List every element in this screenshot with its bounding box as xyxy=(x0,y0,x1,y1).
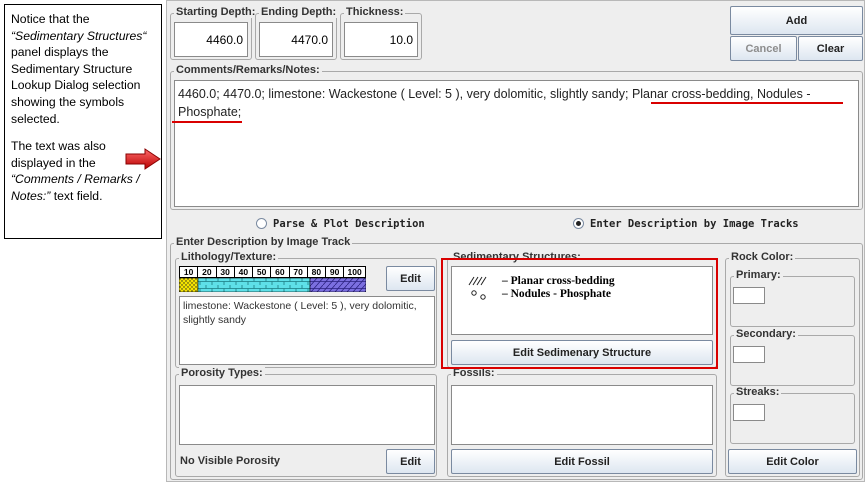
radio-off-icon xyxy=(256,218,267,229)
comments-highlight-text: Phosphate; xyxy=(178,105,242,119)
lithology-description[interactable]: limestone: Wackestone ( Level: 5 ), very… xyxy=(179,296,435,365)
scale-tick: 80 xyxy=(308,267,326,277)
edit-fossil-button[interactable]: Edit Fossil xyxy=(451,449,713,474)
cancel-button[interactable]: Cancel xyxy=(730,36,797,61)
ending-depth-field[interactable]: 4470.0 xyxy=(259,22,333,57)
comments-label: Comments/Remarks/Notes: xyxy=(174,64,322,76)
comments-textarea[interactable]: 4460.0; 4470.0; limestone: Wackestone ( … xyxy=(174,80,859,207)
porosity-types-list[interactable] xyxy=(179,385,435,445)
thickness-label: Thickness: xyxy=(344,6,406,18)
lithology-edit-button[interactable]: Edit xyxy=(386,266,435,291)
image-tracks-radio[interactable]: Enter Description by Image Tracks xyxy=(573,218,799,230)
lithology-pattern-strip xyxy=(179,278,366,292)
parse-plot-radio[interactable]: Parse & Plot Description xyxy=(256,218,425,230)
add-button[interactable]: Add xyxy=(730,6,863,35)
comments-highlight-text: Planar cross-bedding, Nodules - xyxy=(631,87,811,101)
lithology-label: Lithology/Texture: xyxy=(179,251,279,263)
primary-color-label: Primary: xyxy=(734,269,783,281)
highlight-annotation-box xyxy=(441,258,718,369)
rock-color-group: Rock Color: Primary: Secondary: Streaks:… xyxy=(725,251,860,477)
scale-tick: 60 xyxy=(271,267,290,277)
comments-text: 4460.0; 4470.0; limestone: Wackestone ( … xyxy=(178,87,632,101)
edit-color-button[interactable]: Edit Color xyxy=(728,449,857,474)
secondary-color-swatch[interactable] xyxy=(733,346,765,363)
fossils-group: Fossils: Edit Fossil xyxy=(447,367,717,477)
image-track-label: Enter Description by Image Track xyxy=(174,236,353,248)
porosity-types-label: Porosity Types: xyxy=(179,367,265,379)
scale-tick: 50 xyxy=(253,267,272,277)
secondary-color-label: Secondary: xyxy=(734,328,798,340)
porosity-types-group: Porosity Types: No Visible Porosity Edit xyxy=(175,367,437,477)
streaks-color-group: Streaks: xyxy=(730,386,855,444)
underline-annotation xyxy=(172,121,242,123)
radio-on-icon xyxy=(573,218,584,229)
clear-button[interactable]: Clear xyxy=(798,36,863,61)
lithology-entry-panel: Starting Depth: 4460.0 Ending Depth: 447… xyxy=(166,0,865,482)
streaks-color-label: Streaks: xyxy=(734,386,782,398)
scale-tick: 10 xyxy=(180,267,199,277)
primary-color-group: Primary: xyxy=(730,269,855,327)
red-arrow-icon xyxy=(125,148,161,170)
ending-depth-label: Ending Depth: xyxy=(259,6,339,18)
scale-tick: 30 xyxy=(217,267,235,277)
primary-color-swatch[interactable] xyxy=(733,287,765,304)
annotation-callout: Notice that the “Sedimentary Structures“… xyxy=(4,4,162,239)
scale-tick: 70 xyxy=(290,267,308,277)
thickness-group: Thickness: 10.0 xyxy=(340,6,422,60)
comments-group: Comments/Remarks/Notes: 4460.0; 4470.0; … xyxy=(170,64,863,210)
starting-depth-field[interactable]: 4460.0 xyxy=(174,22,248,57)
fossils-list[interactable] xyxy=(451,385,713,445)
scale-tick: 90 xyxy=(326,267,345,277)
secondary-color-group: Secondary: xyxy=(730,328,855,386)
ending-depth-group: Ending Depth: 4470.0 xyxy=(255,6,339,60)
porosity-edit-button[interactable]: Edit xyxy=(386,449,435,474)
scale-tick: 100 xyxy=(347,267,362,277)
rock-color-label: Rock Color: xyxy=(729,251,796,263)
scale-tick: 20 xyxy=(198,267,217,277)
texture-scale: 10 20 30 40 50 60 70 80 90 100 xyxy=(179,266,366,278)
callout-paragraph-1: Notice that the “Sedimentary Structures“… xyxy=(11,12,147,126)
scale-tick: 40 xyxy=(235,267,253,277)
underline-annotation xyxy=(651,102,843,104)
porosity-status: No Visible Porosity xyxy=(180,455,281,467)
thickness-field[interactable]: 10.0 xyxy=(344,22,418,57)
starting-depth-label: Starting Depth: xyxy=(174,6,258,18)
streaks-color-swatch[interactable] xyxy=(733,404,765,421)
lithology-group: Lithology/Texture: 10 20 30 40 50 60 70 … xyxy=(175,251,437,368)
starting-depth-group: Starting Depth: 4460.0 xyxy=(170,6,258,60)
